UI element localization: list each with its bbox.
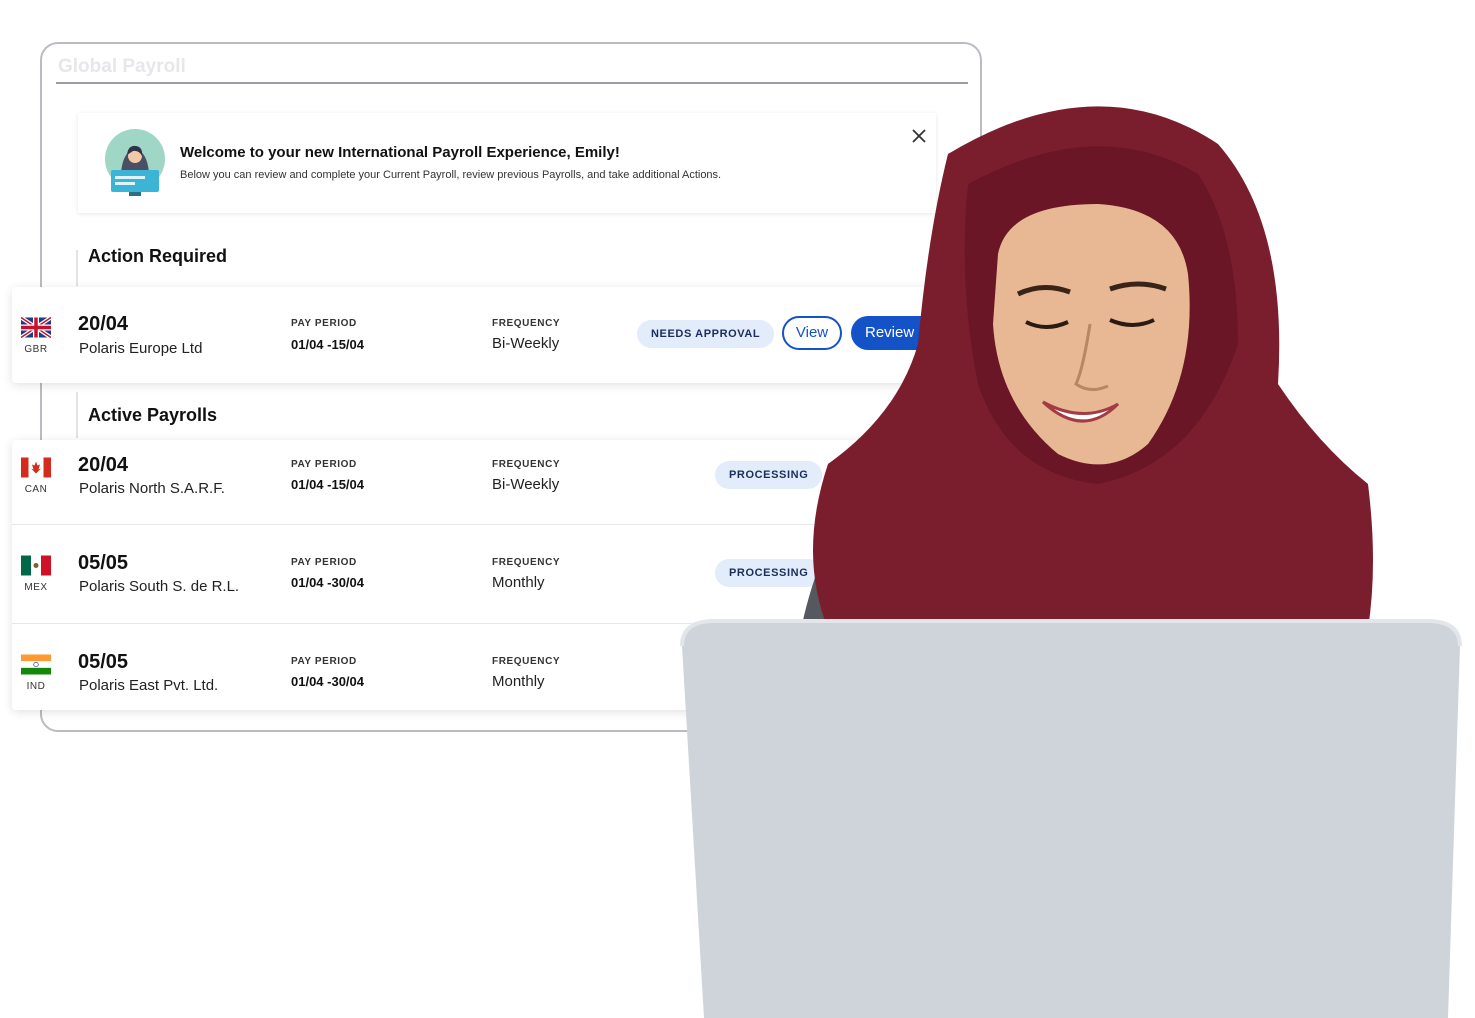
pay-date: 05/05: [78, 552, 129, 574]
company-name: Polaris East Pvt. Ltd.: [79, 677, 219, 694]
frequency-value: Monthly: [492, 673, 545, 690]
frequency-label: FREQUENCY: [492, 318, 561, 329]
section-accent: [76, 392, 78, 438]
frequency-label: FREQUENCY: [492, 656, 561, 667]
country-code: CAN: [24, 484, 48, 495]
country-code: IND: [26, 681, 46, 692]
pay-period-value: 01/04 -30/04: [291, 674, 365, 689]
company-name: Polaris South S. de R.L.: [79, 578, 240, 595]
section-title-active-payrolls: Active Payrolls: [88, 405, 218, 425]
section-accent: [76, 250, 78, 286]
frequency-label: FREQUENCY: [492, 557, 561, 568]
pay-period-label: PAY PERIOD: [291, 557, 357, 568]
avatar-illustration: [111, 145, 159, 196]
window-title: Global Payroll: [58, 56, 186, 77]
avatar: [105, 129, 165, 196]
country-code: MEX: [24, 582, 48, 593]
pay-period-label: PAY PERIOD: [291, 318, 357, 329]
pay-period-value: 01/04 -15/04: [291, 337, 365, 352]
section-title-action-required: Action Required: [88, 246, 228, 266]
frequency-value: Bi-Weekly: [492, 335, 560, 352]
mexico-flag-icon: [21, 555, 51, 576]
frequency-label: FREQUENCY: [492, 459, 561, 470]
country-code: GBR: [24, 344, 48, 355]
pay-period-value: 01/04 -30/04: [291, 575, 365, 590]
welcome-subtitle: Below you can review and complete your C…: [180, 169, 722, 181]
canada-flag-icon: [21, 457, 51, 478]
company-name: Polaris North S.A.R.F.: [79, 480, 225, 497]
pay-period-label: PAY PERIOD: [291, 656, 357, 667]
pay-period-label: PAY PERIOD: [291, 459, 357, 470]
frequency-value: Bi-Weekly: [492, 476, 560, 493]
pay-date: 05/05: [78, 651, 129, 673]
pay-date: 20/04: [78, 313, 129, 335]
company-name: Polaris Europe Ltd: [79, 340, 203, 357]
pay-date: 20/04: [78, 454, 129, 476]
pay-period-value: 01/04 -15/04: [291, 477, 365, 492]
woman-with-laptop-image: [680, 106, 1462, 1018]
welcome-title: Welcome to your new International Payrol…: [180, 144, 620, 161]
frequency-value: Monthly: [492, 574, 545, 591]
uk-flag-icon: [21, 317, 51, 338]
india-flag-icon: [21, 654, 51, 675]
